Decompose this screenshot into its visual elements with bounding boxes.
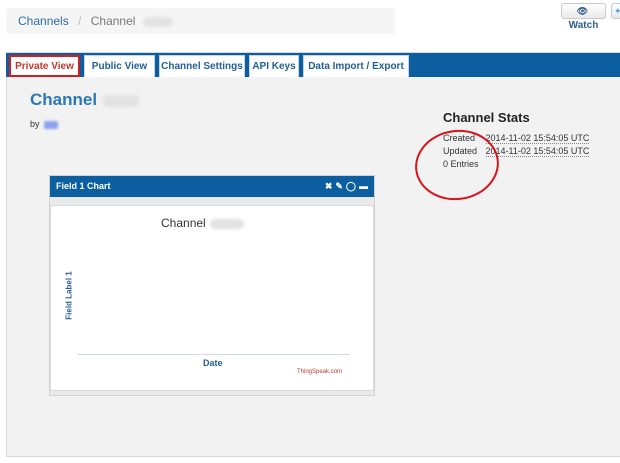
tab-public-view[interactable]: Public View [84,55,155,77]
tab-private-view[interactable]: Private View [9,55,80,77]
widget-title: Field 1 Chart [56,181,111,191]
watch-button[interactable]: 👁 Watch [561,3,606,31]
redacted-channel-id [209,218,244,229]
chart-title: Channel [161,216,244,230]
chart-y-axis-label: Field Label 1 [64,271,74,320]
widget-header: Field 1 Chart ✖ ✎ ◯ ▬ [50,176,374,197]
eye-icon: 👁 [576,6,589,16]
chart-x-axis-label: Date [203,358,223,368]
tab-api-keys[interactable]: API Keys [249,55,299,77]
chart-area: Channel Field Label 1 Date ThingSpeak.co… [50,205,374,391]
channel-title-text: Channel [30,90,98,109]
redacted-channel-id [142,16,173,27]
tab-bar: Private View Public View Channel Setting… [6,53,620,77]
owner-line: by [30,119,59,129]
breadcrumb-separator: / [78,14,82,28]
close-icon[interactable]: ✖ [325,181,333,191]
redacted-channel-id [103,94,140,107]
twitter-icon: ✦ [614,6,620,16]
widget-icons: ✖ ✎ ◯ ▬ [322,176,368,197]
tweet-button[interactable]: ✦ [611,3,620,19]
chart-title-text: Channel [161,216,206,230]
field-chart-widget: Field 1 Chart ✖ ✎ ◯ ▬ Channel Field Label 1… [49,175,375,396]
breadcrumb: Channels / Channel [6,8,395,34]
breadcrumb-current: Channel [90,14,136,28]
channel-stats-heading: Channel Stats [443,110,530,125]
tab-channel-settings[interactable]: Channel Settings [159,55,245,77]
watch-label: Watch [568,20,599,31]
breadcrumb-channels-link[interactable]: Channels [18,14,69,28]
chart-credit-link[interactable]: ThingSpeak.com [297,369,342,375]
page-title: Channel [30,90,140,110]
pencil-icon[interactable]: ✎ [335,181,343,191]
chart-x-axis [78,354,350,355]
by-label: by [30,119,40,129]
comment-icon[interactable]: ◯ [346,181,356,191]
stat-created-value: 2014-11-02 15:54:05 UTC [485,133,590,144]
tab-data-import-export[interactable]: Data Import / Export [303,55,409,77]
stat-updated-value: 2014-11-02 15:54:05 UTC [485,146,590,157]
minimize-icon[interactable]: ▬ [359,181,368,191]
owner-link[interactable] [44,120,59,129]
